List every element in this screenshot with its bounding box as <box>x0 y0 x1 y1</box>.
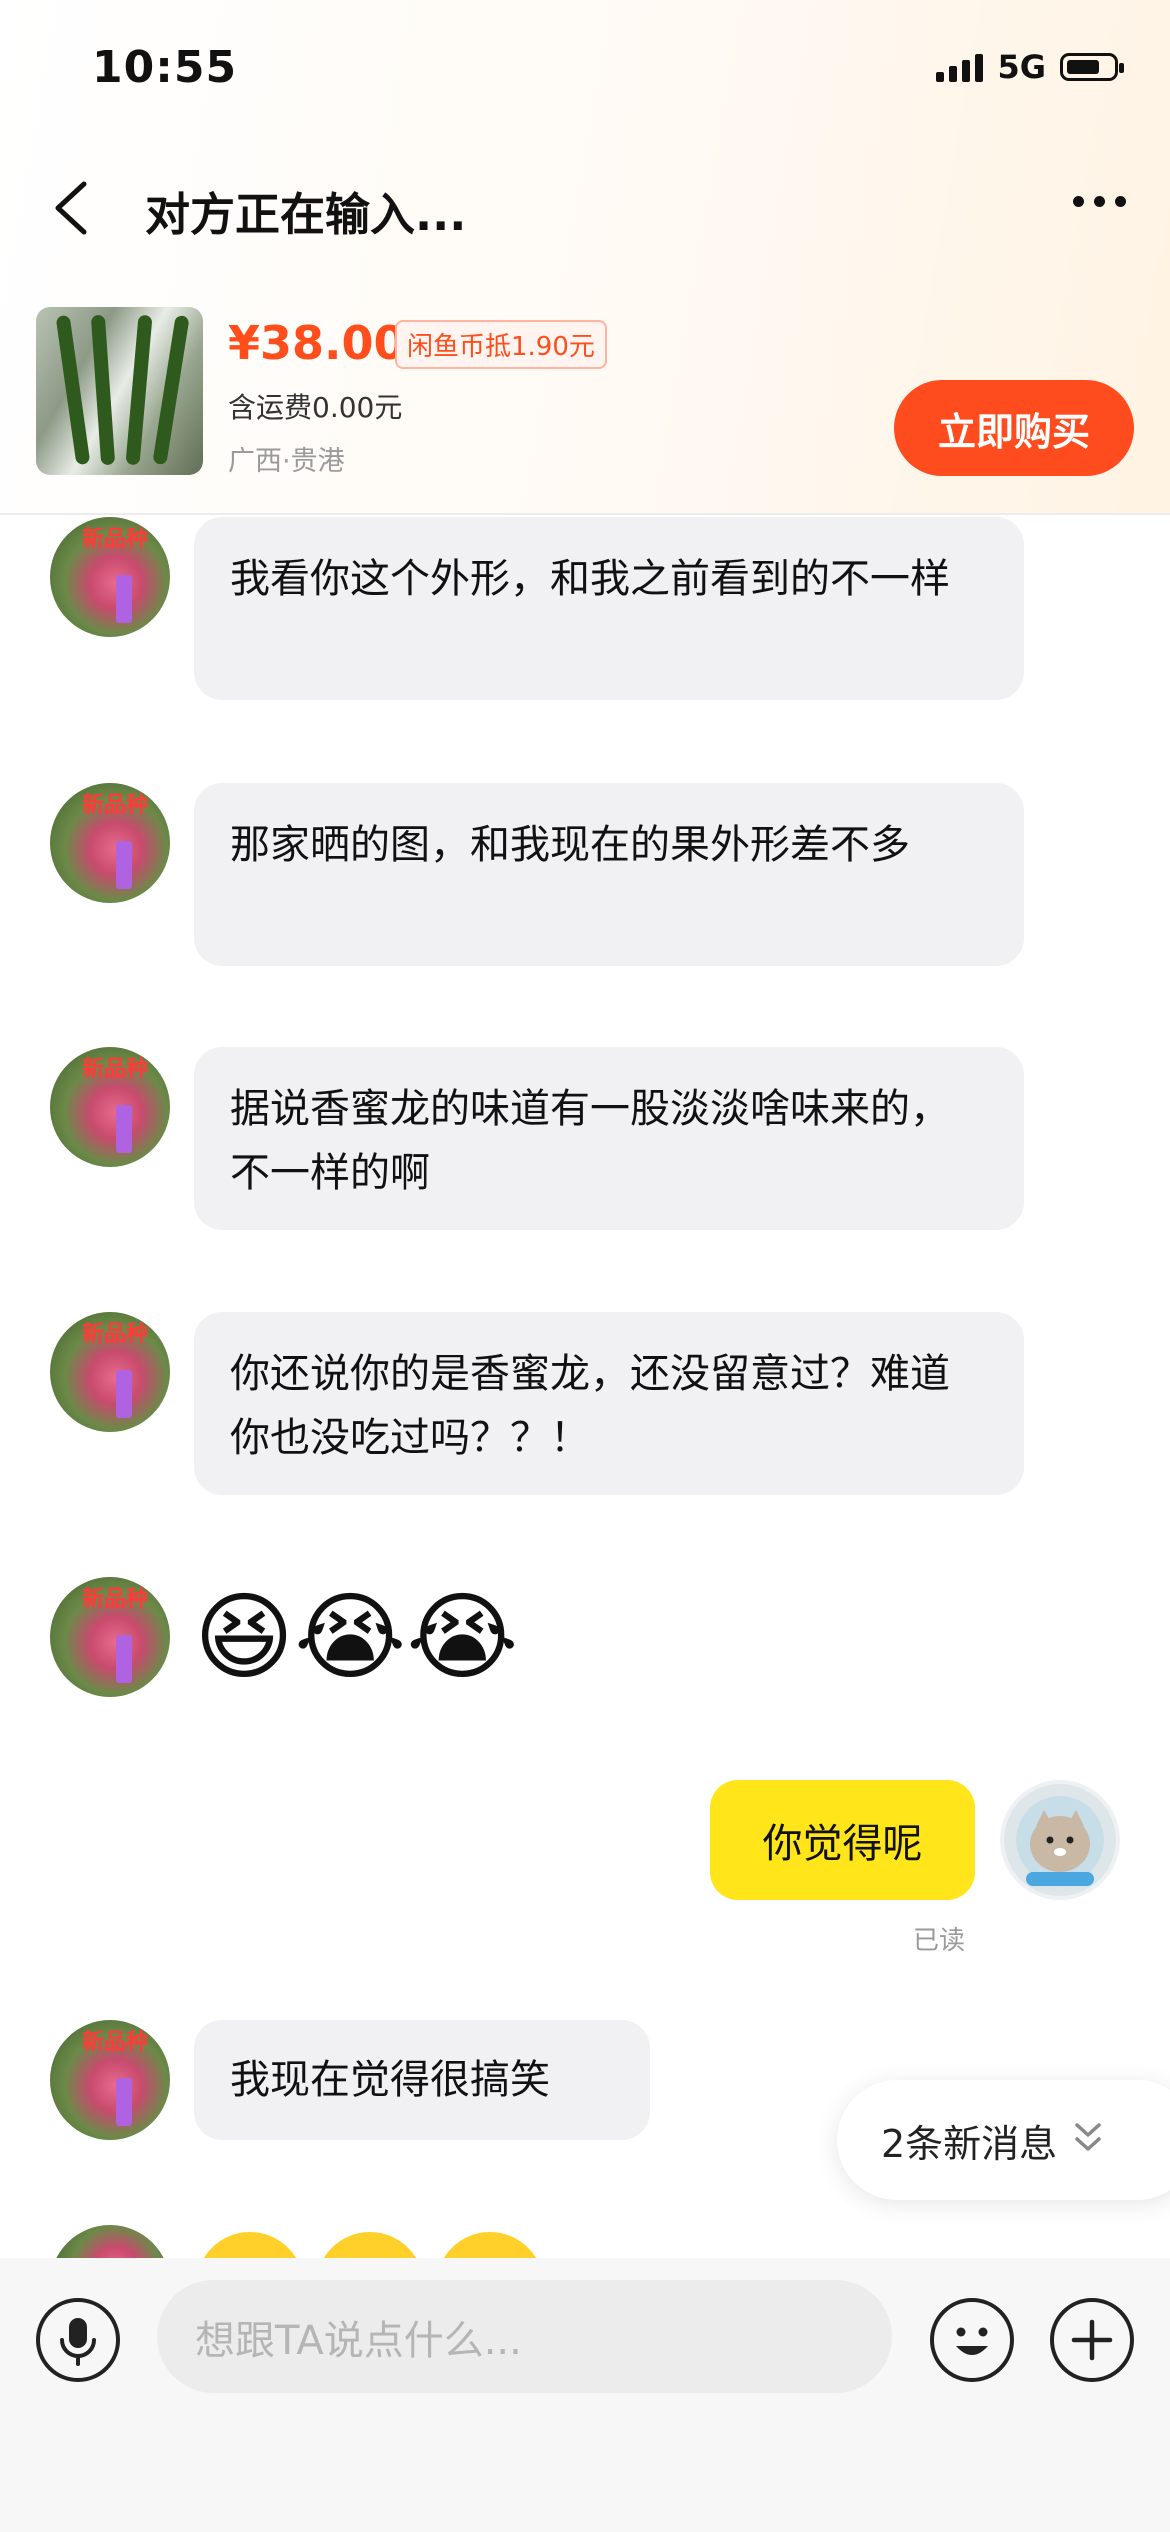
signal-icon <box>936 52 984 82</box>
coin-discount-badge: 闲鱼币抵1.90元 <box>395 320 607 369</box>
message-bubble[interactable]: 你还说你的是香蜜龙，还没留意过？难道你也没吃过吗？？！ <box>194 1312 1024 1495</box>
other-avatar[interactable]: 新品种 <box>50 517 170 637</box>
other-avatar[interactable]: 新品种 <box>50 2020 170 2140</box>
emoji-message[interactable]: 😆😭😭 <box>194 1577 518 1697</box>
battery-icon <box>1060 53 1124 81</box>
status-indicators: 5G <box>936 48 1124 86</box>
my-message-bubble[interactable]: 你觉得呢 <box>710 1780 975 1900</box>
voice-icon[interactable] <box>36 2298 120 2382</box>
more-options-icon[interactable] <box>1073 196 1126 207</box>
read-status: 已读 <box>913 1926 966 1956</box>
message-input[interactable]: 想跟TA说点什么... <box>157 2280 892 2393</box>
other-avatar[interactable]: 新品种 <box>50 1577 170 1697</box>
chevron-down-icon <box>1073 2121 1103 2159</box>
message-bubble[interactable]: 据说香蜜龙的味道有一股淡淡啥味来的，不一样的啊 <box>194 1047 1024 1230</box>
emoji-icon[interactable] <box>930 2298 1014 2382</box>
buy-now-button[interactable]: 立即购买 <box>894 380 1134 476</box>
other-avatar[interactable]: 新品种 <box>50 1312 170 1432</box>
new-messages-button[interactable]: 2条新消息 <box>837 2080 1170 2200</box>
message-bubble[interactable]: 我现在觉得很搞笑 <box>194 2020 650 2140</box>
back-icon[interactable] <box>48 178 98 238</box>
shipping-fee: 含运费0.00元 <box>228 391 403 424</box>
my-avatar[interactable] <box>1000 1780 1120 1900</box>
status-time: 10:55 <box>92 42 238 93</box>
message-bubble[interactable]: 那家晒的图，和我现在的果外形差不多 <box>194 783 1024 966</box>
page-title: 对方正在输入... <box>145 188 467 241</box>
add-icon[interactable] <box>1050 2298 1134 2382</box>
other-avatar[interactable]: 新品种 <box>50 783 170 903</box>
product-thumbnail[interactable] <box>36 307 203 475</box>
new-messages-label: 2条新消息 <box>881 2121 1058 2166</box>
product-location: 广西·贵港 <box>228 446 345 477</box>
divider <box>0 513 1170 515</box>
other-avatar[interactable]: 新品种 <box>50 1047 170 1167</box>
product-price: ¥38.00 <box>228 316 406 370</box>
message-bubble[interactable]: 我看你这个外形，和我之前看到的不一样 <box>194 517 1024 700</box>
network-type: 5G <box>997 48 1046 86</box>
